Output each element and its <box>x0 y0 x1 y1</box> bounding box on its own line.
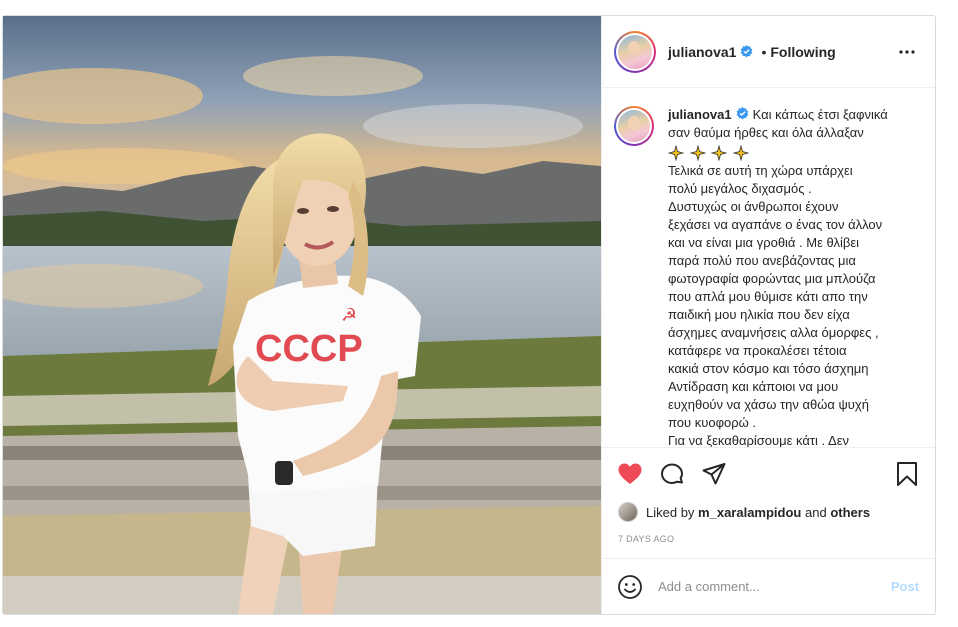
liker-username[interactable]: m_xaralampidou <box>698 505 801 520</box>
post-photo-image: СССР ☭ <box>3 16 601 614</box>
caption: julianova1 Και κάπως έτσι ξαφνικά σαν θαύ… <box>614 106 919 448</box>
heart-filled-icon[interactable] <box>616 460 644 488</box>
shirt-print: СССР <box>255 328 363 370</box>
comment-icon[interactable] <box>658 460 686 488</box>
caption-line-12: κατάφερε να προκαλέσει τέτοια <box>668 343 847 358</box>
post-photo[interactable]: СССР ☭ <box>3 16 601 614</box>
post-comment-button[interactable]: Post <box>891 579 919 594</box>
liker-avatar[interactable] <box>618 502 638 522</box>
post-header: julianova1 • Following <box>602 16 935 88</box>
caption-text: julianova1 Και κάπως έτσι ξαφνικά σαν θαύ… <box>667 106 908 448</box>
emoji-icon[interactable] <box>616 573 644 601</box>
caption-line-13: κακιά στον κόσμο και τόσο άσχημη <box>668 361 869 376</box>
author-username[interactable]: julianova1 <box>668 44 736 60</box>
caption-line-10: παιδική μου ηλικία που δεν είχα <box>668 307 850 322</box>
caption-line-8: φωτογραφία φορώντας μια μπλούζα <box>668 271 876 286</box>
bookmark-icon[interactable] <box>893 460 921 488</box>
caption-author-avatar[interactable] <box>614 106 654 146</box>
likes-joiner: and <box>805 504 827 520</box>
caption-username[interactable]: julianova1 <box>668 107 732 122</box>
svg-text:☭: ☭ <box>341 305 357 326</box>
add-comment-input[interactable] <box>658 579 891 594</box>
likes-others-link[interactable]: others <box>830 505 870 520</box>
post-sidebar: julianova1 • Following julianova1 Και κάπ… <box>601 16 935 614</box>
caption-line-16: που κυοφορώ . <box>668 415 757 430</box>
sparkles-icon <box>667 143 908 162</box>
author-avatar[interactable] <box>614 30 656 73</box>
likes-prefix: Liked by <box>646 504 695 520</box>
caption-line-4: Δυστυχώς οι άνθρωποι έχουν <box>668 199 839 214</box>
caption-line-0: Και κάπως έτσι ξαφνικά <box>752 107 888 122</box>
paper-plane-icon[interactable] <box>700 460 728 488</box>
likes-summary: Liked by m_xaralampidou and others <box>602 500 935 524</box>
caption-line-11: άσχημες αναμνήσεις αλλα όμορφες , <box>668 325 879 340</box>
separator-dot: • <box>761 43 767 60</box>
post-timestamp[interactable]: 7 DAYS AGO <box>602 524 935 558</box>
caption-line-9: που απλά μου θύμισε κάτι απο την <box>668 289 868 304</box>
caption-verified-badge-icon <box>736 107 748 120</box>
caption-line-1: σαν θαύμα ήρθες και όλα άλλαξαν <box>668 125 864 140</box>
verified-badge-icon <box>741 45 753 58</box>
caption-line-6: και να είναι μια γροθιά . Με θλίβει <box>668 235 860 250</box>
caption-line-17: Για να ξεκαθαρίσουμε κάτι . Δεν <box>668 433 849 448</box>
action-bar <box>602 448 935 500</box>
more-options-icon[interactable] <box>895 40 919 64</box>
comments-area[interactable]: julianova1 Και κάπως έτσι ξαφνικά σαν θαύ… <box>602 88 935 448</box>
caption-line-7: παρά πολύ που ανεβάζοντας μια <box>668 253 856 268</box>
caption-line-3: πολύ μεγάλος διχασμός . <box>668 181 812 196</box>
instagram-post: СССР ☭ julianova1 • Following julianova1… <box>2 15 936 615</box>
caption-line-15: ευχηθούν να χάσω την αθώα ψυχή <box>668 397 869 412</box>
caption-line-2: Τελικά σε αυτή τη χώρα υπάρχει <box>668 163 853 178</box>
following-button[interactable]: Following <box>770 44 835 60</box>
add-comment-bar: Post <box>602 558 935 614</box>
caption-line-5: ξεχάσει να αγαπάνε ο ένας τον άλλον <box>668 217 883 232</box>
caption-line-14: Αντίδραση και κάποιοι να μου <box>668 379 839 394</box>
